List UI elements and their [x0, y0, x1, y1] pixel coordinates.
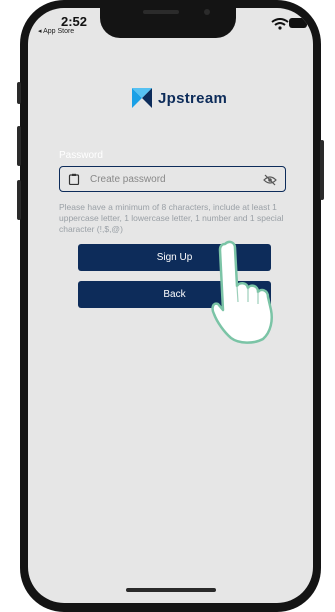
- hand-pointer-icon: [211, 240, 273, 344]
- clipboard-icon: [68, 173, 80, 185]
- wifi-icon: [271, 18, 289, 30]
- password-label: Password: [59, 150, 103, 161]
- status-icons: [245, 16, 307, 30]
- notch: [100, 8, 236, 38]
- app-logo: Jpstream: [130, 86, 227, 110]
- battery-icon: [289, 18, 307, 28]
- volume-up-button: [17, 126, 21, 166]
- mute-switch: [17, 82, 21, 104]
- password-requirements-hint: Please have a minimum of 8 characters, i…: [59, 202, 284, 234]
- home-indicator[interactable]: [126, 588, 216, 592]
- back-to-app-store-link[interactable]: ◂ App Store: [38, 27, 74, 35]
- power-button: [320, 140, 324, 200]
- speaker-grille: [143, 10, 179, 14]
- eye-slash-icon[interactable]: [263, 174, 277, 186]
- front-camera: [204, 9, 210, 15]
- logo-wordmark: Jpstream: [158, 89, 228, 107]
- volume-down-button: [17, 180, 21, 220]
- upstream-logo-icon: [132, 88, 152, 108]
- password-field[interactable]: [59, 166, 286, 192]
- password-input[interactable]: [88, 172, 260, 186]
